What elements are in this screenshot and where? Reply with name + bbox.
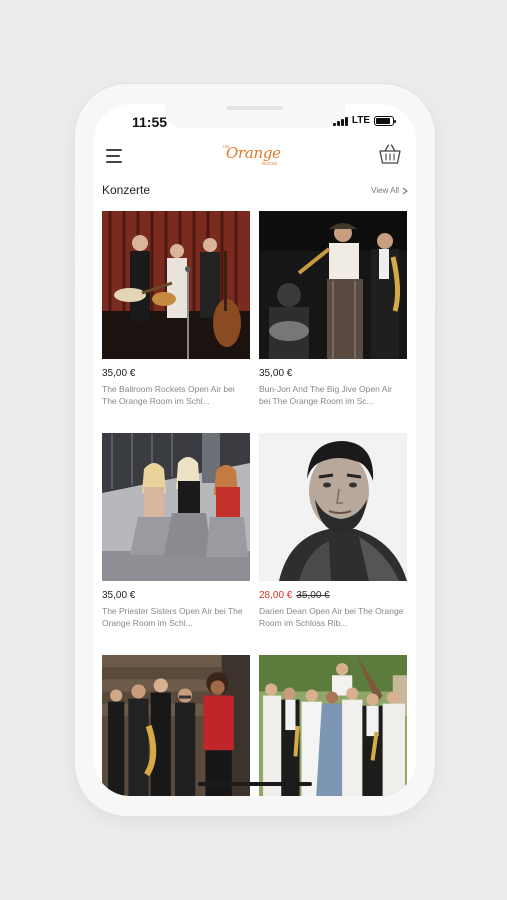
product-card[interactable]	[102, 655, 250, 796]
notch	[165, 104, 345, 128]
phone-frame: 11:55 LTE THE Orange ROOM Konzerte View …	[72, 84, 438, 816]
product-price: 35,00 €	[102, 368, 136, 379]
basket-icon[interactable]	[378, 142, 402, 166]
battery-icon	[374, 115, 396, 126]
product-image[interactable]	[259, 433, 407, 581]
section-title: Konzerte	[102, 183, 151, 197]
product-image[interactable]	[102, 211, 250, 359]
product-image[interactable]	[259, 211, 407, 359]
phone-side-button	[72, 224, 75, 268]
phone-side-button	[72, 180, 75, 202]
chevron-right-icon	[402, 187, 408, 194]
battery-level	[376, 117, 390, 124]
product-card[interactable]	[259, 655, 407, 796]
product-price: 35,00 €	[102, 590, 136, 601]
network-label: LTE	[351, 115, 370, 126]
orange-room-logo[interactable]: THE Orange ROOM	[222, 142, 288, 172]
status-indicators: LTE	[332, 115, 396, 126]
product-title[interactable]: The Ballroom Rockets Open Air bei The Or…	[102, 383, 248, 407]
view-all-link[interactable]: View All	[371, 186, 408, 195]
app-screen: 11:55 LTE THE Orange ROOM Konzerte View …	[94, 104, 416, 796]
speaker	[227, 106, 283, 110]
product-image[interactable]	[259, 655, 407, 796]
sale-price: 28,00 €	[259, 590, 293, 601]
product-price: 28,00 €35,00 €	[259, 590, 407, 603]
product-title[interactable]: The Priester Sisters Open Air bei The Or…	[102, 605, 248, 629]
signal-icon	[332, 116, 348, 126]
product-title[interactable]: Darien Dean Open Air bei The Orange Room…	[259, 605, 405, 629]
section-header: Konzerte View All	[102, 183, 408, 203]
hamburger-menu-icon[interactable]	[106, 148, 124, 164]
home-indicator[interactable]	[198, 782, 312, 786]
product-card[interactable]: 35,00 € The Priester Sisters Open Air be…	[102, 433, 250, 655]
product-grid: 35,00 € The Ballroom Rockets Open Air be…	[102, 211, 408, 796]
logo-small-bottom: ROOM	[262, 161, 278, 166]
status-time: 11:55	[132, 114, 168, 130]
product-card[interactable]: 35,00 € Bun-Jon And The Big Jive Open Ai…	[259, 211, 407, 433]
original-price: 35,00 €	[296, 590, 330, 601]
product-title[interactable]: Bun-Jon And The Big Jive Open Air bei Th…	[259, 383, 405, 407]
product-card[interactable]: 28,00 €35,00 € Darien Dean Open Air bei …	[259, 433, 407, 655]
view-all-label: View All	[371, 186, 399, 195]
product-image[interactable]	[102, 433, 250, 581]
product-price: 35,00 €	[259, 368, 293, 379]
logo-main: Orange	[226, 144, 281, 162]
app-header: THE Orange ROOM	[94, 140, 416, 184]
product-card[interactable]: 35,00 € The Ballroom Rockets Open Air be…	[102, 211, 250, 433]
phone-side-button	[72, 280, 75, 324]
product-image[interactable]	[102, 655, 250, 796]
phone-side-button	[435, 244, 438, 308]
